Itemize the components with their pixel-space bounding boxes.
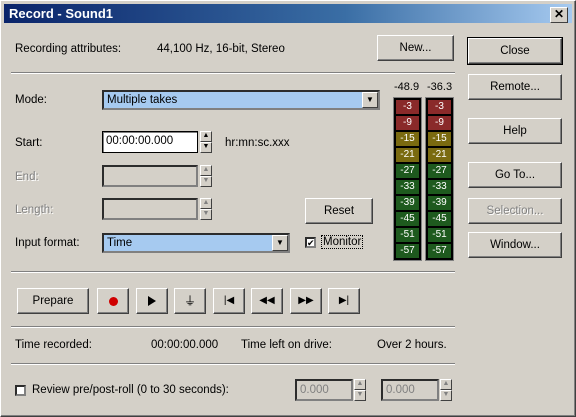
length-field bbox=[102, 198, 198, 220]
meter-segment: -57 bbox=[428, 244, 451, 258]
go-to-end-button[interactable]: ▶| bbox=[328, 288, 360, 314]
post-roll-spinner: ▲ ▼ bbox=[440, 379, 452, 401]
meter-segment: -33 bbox=[396, 180, 419, 194]
meter-segment: -39 bbox=[428, 196, 451, 210]
spin-up-icon[interactable]: ▲ bbox=[200, 131, 212, 142]
review-label[interactable]: Review pre/post-roll (0 to 30 seconds): bbox=[32, 384, 229, 396]
end-spinner: ▲ ▼ bbox=[200, 165, 212, 187]
recording-attributes-label: Recording attributes: bbox=[15, 43, 122, 55]
spin-up-icon: ▲ bbox=[354, 379, 366, 390]
chevron-down-icon[interactable]: ▼ bbox=[272, 235, 288, 251]
meter-segment: -9 bbox=[428, 116, 451, 130]
go-to-start-button[interactable]: |◀ bbox=[213, 288, 245, 314]
meter-segment: -33 bbox=[428, 180, 451, 194]
close-icon[interactable]: ✕ bbox=[550, 7, 568, 23]
window-title: Record - Sound1 bbox=[9, 6, 114, 21]
prepare-button[interactable]: Prepare bbox=[17, 288, 89, 314]
length-spinner: ▲ ▼ bbox=[200, 198, 212, 220]
spin-down-icon: ▼ bbox=[354, 390, 366, 401]
meter-segment: -3 bbox=[396, 100, 419, 114]
left-peak-readout: -48.9 bbox=[394, 81, 420, 93]
monitor-label[interactable]: Monitor bbox=[321, 235, 364, 249]
divider bbox=[11, 271, 455, 273]
selection-button: Selection... bbox=[468, 198, 562, 224]
meter-segment: -57 bbox=[396, 244, 419, 258]
divider bbox=[11, 326, 455, 328]
meter-segment: -15 bbox=[396, 132, 419, 146]
play-icon bbox=[148, 296, 156, 306]
fast-forward-button[interactable]: ▶▶ bbox=[290, 288, 322, 314]
meter-segment: -27 bbox=[396, 164, 419, 178]
right-peak-readout: -36.3 bbox=[427, 81, 453, 93]
pre-roll-field: 0.000 bbox=[295, 379, 353, 401]
divider bbox=[11, 363, 455, 365]
time-format-label: hr:mn:sc.xxx bbox=[225, 137, 290, 149]
monitor-checkbox[interactable]: ✔ bbox=[305, 237, 316, 248]
meter-segment: -15 bbox=[428, 132, 451, 146]
spin-down-icon: ▼ bbox=[440, 390, 452, 401]
record-button[interactable] bbox=[97, 288, 129, 314]
play-button[interactable] bbox=[136, 288, 168, 314]
right-level-meter: -3 -9 -15 -21 -27 -33 -39 -45 -51 -57 bbox=[425, 97, 454, 261]
meter-segment: -39 bbox=[396, 196, 419, 210]
title-bar[interactable]: Record - Sound1 ✕ bbox=[4, 4, 572, 23]
meter-segment: -9 bbox=[396, 116, 419, 130]
record-icon bbox=[108, 297, 118, 306]
spin-down-icon: ▼ bbox=[200, 176, 212, 187]
new-button[interactable]: New... bbox=[377, 35, 454, 61]
rewind-button[interactable]: ◀◀ bbox=[251, 288, 283, 314]
rewind-icon: ◀◀ bbox=[259, 295, 275, 306]
start-field[interactable]: 00:00:00.000 bbox=[102, 131, 198, 153]
spin-up-icon: ▲ bbox=[200, 165, 212, 176]
reset-button[interactable]: Reset bbox=[305, 198, 373, 224]
remote-button[interactable]: Remote... bbox=[468, 74, 562, 100]
spin-down-icon: ▼ bbox=[200, 209, 212, 220]
recording-attributes-value: 44,100 Hz, 16-bit, Stereo bbox=[157, 43, 285, 55]
go-to-start-icon: |◀ bbox=[223, 295, 235, 306]
window-button[interactable]: Window... bbox=[468, 232, 562, 258]
start-label: Start: bbox=[15, 137, 43, 149]
review-checkbox[interactable] bbox=[15, 385, 26, 396]
chevron-down-icon[interactable]: ▼ bbox=[362, 92, 378, 108]
meter-segment: -3 bbox=[428, 100, 451, 114]
go-to-button[interactable]: Go To... bbox=[468, 162, 562, 188]
meter-segment: -21 bbox=[428, 148, 451, 162]
mode-label: Mode: bbox=[15, 94, 47, 106]
start-spinner[interactable]: ▲ ▼ bbox=[200, 131, 212, 153]
pre-roll-spinner: ▲ ▼ bbox=[354, 379, 366, 401]
spin-up-icon: ▲ bbox=[440, 379, 452, 390]
pause-button[interactable]: ⏚ bbox=[174, 288, 206, 314]
go-to-end-icon: ▶| bbox=[338, 295, 350, 306]
spin-up-icon: ▲ bbox=[200, 198, 212, 209]
help-button[interactable]: Help bbox=[468, 118, 562, 144]
input-format-value: Time bbox=[107, 237, 133, 249]
end-field bbox=[102, 165, 198, 187]
left-level-meter: -3 -9 -15 -21 -27 -33 -39 -45 -51 -57 bbox=[393, 97, 422, 261]
time-left-label: Time left on drive: bbox=[241, 339, 332, 351]
meter-segment: -21 bbox=[396, 148, 419, 162]
time-recorded-label: Time recorded: bbox=[15, 339, 92, 351]
meter-segment: -27 bbox=[428, 164, 451, 178]
mode-select[interactable]: Multiple takes ▼ bbox=[102, 90, 380, 110]
meter-segment: -51 bbox=[428, 228, 451, 242]
length-label: Length: bbox=[15, 204, 54, 216]
close-button[interactable]: Close bbox=[467, 37, 563, 65]
time-left-value: Over 2 hours. bbox=[377, 339, 447, 351]
input-format-label: Input format: bbox=[15, 237, 80, 249]
end-label: End: bbox=[15, 171, 39, 183]
record-dialog: Record - Sound1 ✕ Recording attributes: … bbox=[0, 0, 576, 417]
pause-icon: ⏚ bbox=[183, 294, 196, 308]
time-recorded-value: 00:00:00.000 bbox=[151, 339, 219, 351]
meter-segment: -51 bbox=[396, 228, 419, 242]
mode-select-value: Multiple takes bbox=[107, 94, 178, 106]
meter-segment: -45 bbox=[428, 212, 451, 226]
divider bbox=[11, 72, 455, 74]
fast-forward-icon: ▶▶ bbox=[298, 295, 314, 306]
spin-down-icon[interactable]: ▼ bbox=[200, 142, 212, 153]
meter-segment: -45 bbox=[396, 212, 419, 226]
input-format-select[interactable]: Time ▼ bbox=[102, 233, 290, 253]
post-roll-field: 0.000 bbox=[381, 379, 439, 401]
